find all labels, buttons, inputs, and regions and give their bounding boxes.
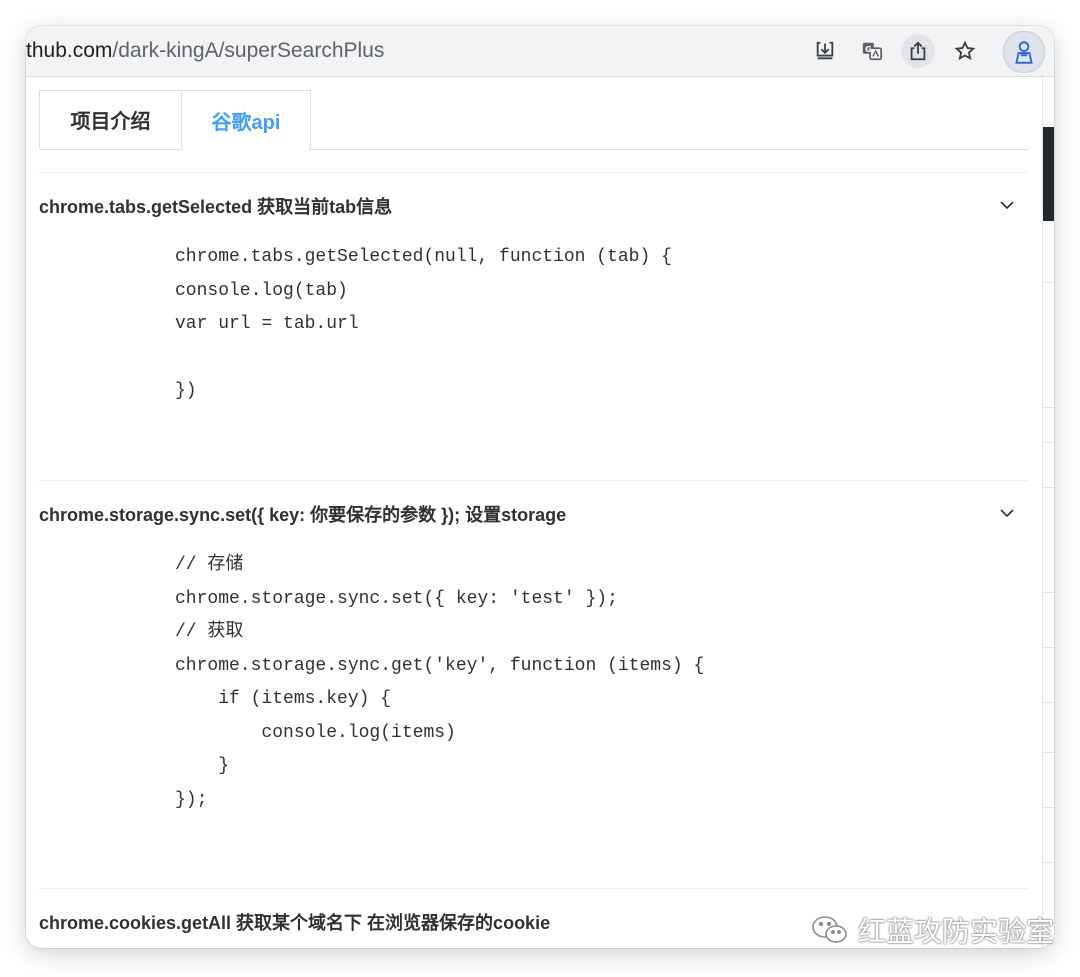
bookmark-button[interactable] — [948, 34, 982, 68]
background-divider — [1043, 407, 1054, 408]
collapse-header[interactable]: chrome.storage.sync.set({ key: 你要保存的参数 }… — [39, 480, 1028, 547]
background-divider — [1043, 282, 1054, 283]
tab-google-api[interactable]: 谷歌api — [181, 90, 311, 150]
chevron-down-icon — [1000, 509, 1014, 518]
translate-icon: G — [862, 42, 883, 61]
collapse-item: chrome.storage.sync.set({ key: 你要保存的参数 }… — [39, 480, 1028, 817]
code-block: // 存储 chrome.storage.sync.set({ key: 'te… — [175, 555, 705, 810]
svg-text:G: G — [865, 44, 872, 54]
background-divider — [1043, 752, 1054, 753]
background-divider — [1043, 862, 1054, 863]
collapse-title: chrome.storage.sync.set({ key: 你要保存的参数 }… — [39, 505, 567, 525]
tab-project-intro[interactable]: 项目介绍 — [39, 90, 181, 148]
background-divider — [1043, 647, 1054, 648]
tab-bar: 项目介绍 谷歌api — [39, 90, 1028, 150]
background-page-strip — [1042, 77, 1054, 948]
address-bar[interactable]: thub.com/dark-kingA/superSearchPlus G — [26, 26, 1054, 77]
extension-button[interactable] — [1003, 31, 1045, 73]
extension-popup: 项目介绍 谷歌api chrome.tabs.getSelected 获取当前t… — [26, 77, 1041, 948]
background-divider — [1043, 807, 1054, 808]
chevron-down-icon — [1000, 201, 1014, 210]
background-divider — [1043, 592, 1054, 593]
share-icon — [910, 41, 926, 61]
download-icon — [816, 41, 834, 60]
collapse-header[interactable]: chrome.tabs.getSelected 获取当前tab信息 — [39, 172, 1028, 239]
url-domain: thub.com — [26, 39, 113, 62]
url-path: /dark-kingA/superSearchPlus — [112, 39, 385, 62]
translate-button[interactable]: G — [855, 34, 889, 68]
background-divider — [1043, 487, 1054, 488]
collapse-item: chrome.tabs.getSelected 获取当前tab信息 chrome… — [39, 172, 1028, 409]
collapse-title: chrome.cookies.getAll 获取某个域名下 在浏览器保存的coo… — [39, 913, 551, 933]
browser-window: thub.com/dark-kingA/superSearchPlus G 项目… — [26, 26, 1054, 948]
extension-icon — [1015, 41, 1033, 64]
background-page-header — [1043, 127, 1054, 221]
watermark-text: 红蓝攻防实验室 — [858, 916, 1055, 947]
collapse-title: chrome.tabs.getSelected 获取当前tab信息 — [39, 197, 393, 217]
download-button[interactable] — [808, 34, 842, 68]
url-text[interactable]: thub.com/dark-kingA/superSearchPlus — [26, 39, 384, 63]
wechat-icon — [812, 916, 847, 943]
background-divider — [1043, 442, 1054, 443]
code-block: chrome.tabs.getSelected(null, function (… — [175, 247, 672, 401]
background-divider — [1043, 702, 1054, 703]
watermark: 红蓝攻防实验室 — [810, 910, 1054, 950]
share-button[interactable] — [901, 34, 935, 68]
star-icon — [954, 40, 976, 61]
